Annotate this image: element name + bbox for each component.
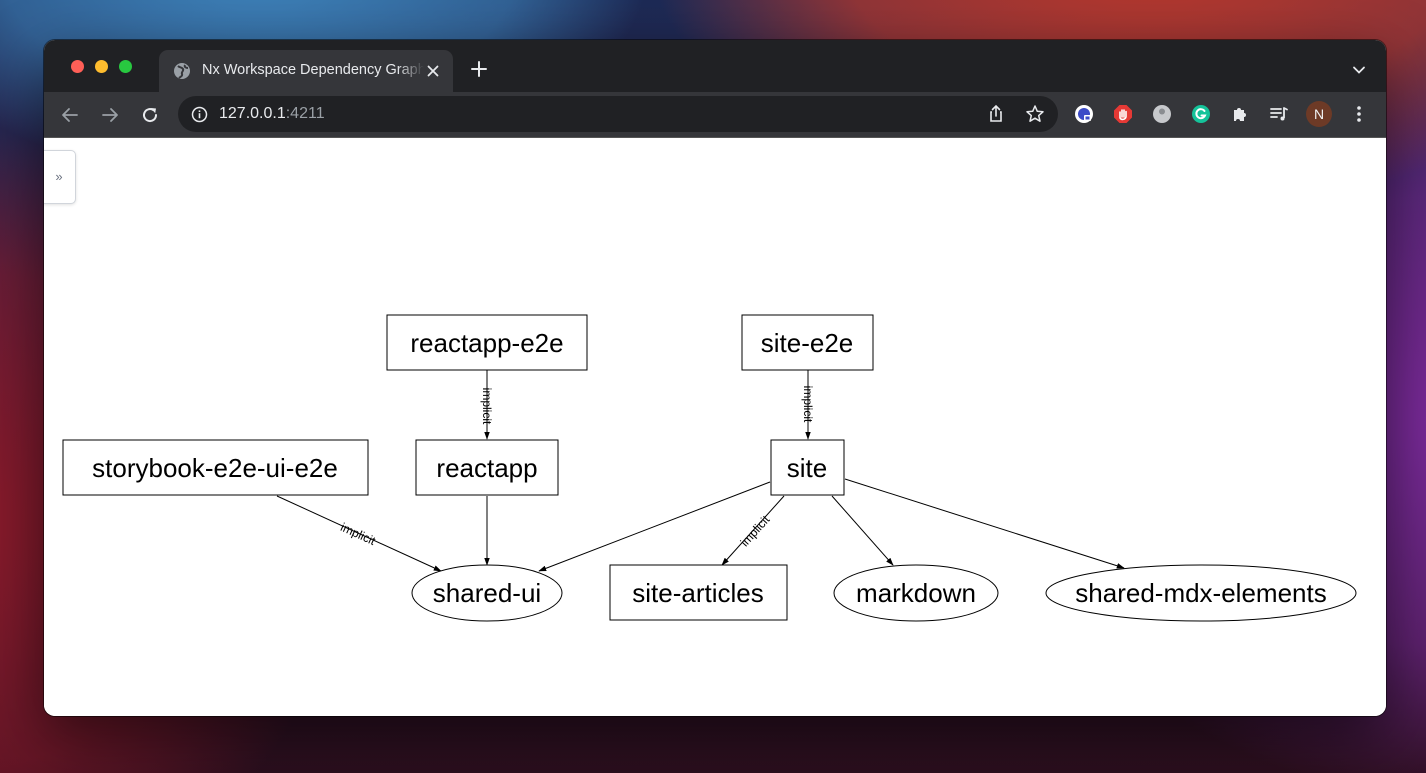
grammarly-icon[interactable] <box>1191 104 1211 124</box>
node-label: site-articles <box>632 578 763 608</box>
node-label: storybook-e2e-ui-e2e <box>92 453 338 483</box>
node-reactapp-e2e[interactable]: reactapp-e2e <box>386 314 588 371</box>
node-label: site <box>787 453 827 483</box>
node-storybook-e2e-ui-e2e[interactable]: storybook-e2e-ui-e2e <box>62 439 369 496</box>
profile-initial: N <box>1313 106 1325 122</box>
edge-label-storybook: implicit <box>338 520 378 548</box>
address-bar[interactable]: 127.0.0.1:4211 <box>178 96 1058 132</box>
url-port: :4211 <box>285 105 325 122</box>
share-icon[interactable] <box>986 104 1006 124</box>
circle-extension-icon[interactable] <box>1152 104 1172 124</box>
node-label: markdown <box>856 578 976 608</box>
star-icon[interactable] <box>1025 104 1045 124</box>
title-bar: Nx Workspace Dependency Graph <box>44 40 1386 92</box>
forward-icon[interactable] <box>100 105 120 125</box>
tab-title: Nx Workspace Dependency Graph <box>202 62 424 78</box>
media-playlist-icon[interactable] <box>1269 104 1289 124</box>
close-window-button[interactable] <box>71 60 84 73</box>
more-menu-icon[interactable] <box>1349 104 1369 124</box>
node-site-articles[interactable]: site-articles <box>609 564 788 621</box>
node-site-e2e[interactable]: site-e2e <box>741 314 874 371</box>
edge-site-shared-ui[interactable] <box>538 481 771 572</box>
edge-label-site-articles: implicit <box>738 512 773 549</box>
browser-tab[interactable]: Nx Workspace Dependency Graph <box>159 50 453 92</box>
node-label: reactapp-e2e <box>410 328 563 358</box>
globe-icon <box>174 63 190 79</box>
back-icon[interactable] <box>60 105 80 125</box>
browser-toolbar: 127.0.0.1:4211 N <box>44 92 1386 138</box>
page-content: » implicit implicit implicit implicit re… <box>44 138 1386 716</box>
zoom-window-button[interactable] <box>119 60 132 73</box>
node-markdown[interactable]: markdown <box>833 564 999 622</box>
node-label: site-e2e <box>761 328 854 358</box>
dependency-graph: implicit implicit implicit implicit reac… <box>62 314 1357 622</box>
node-label: shared-ui <box>433 578 541 608</box>
new-tab-icon[interactable] <box>470 60 488 78</box>
edge-label-reactapp-e2e: implicit <box>480 388 494 425</box>
close-tab-icon[interactable] <box>425 63 441 79</box>
node-shared-mdx-elements[interactable]: shared-mdx-elements <box>1045 564 1357 622</box>
node-reactapp[interactable]: reactapp <box>415 439 559 496</box>
node-site[interactable]: site <box>770 439 845 496</box>
profile-avatar[interactable]: N <box>1306 101 1332 127</box>
browser-window: Nx Workspace Dependency Graph 127.0.0.1:… <box>44 40 1386 716</box>
url-text: 127.0.0.1:4211 <box>219 105 325 123</box>
chevron-down-icon[interactable] <box>1352 65 1366 75</box>
edge-site-markdown[interactable] <box>831 495 894 566</box>
node-label: shared-mdx-elements <box>1075 578 1326 608</box>
password-extension-icon[interactable] <box>1074 104 1094 124</box>
minimize-window-button[interactable] <box>95 60 108 73</box>
reload-icon[interactable] <box>140 105 160 125</box>
adblock-extension-icon[interactable] <box>1113 104 1133 124</box>
info-icon[interactable] <box>191 106 208 123</box>
url-host: 127.0.0.1 <box>219 105 286 122</box>
edge-label-site-e2e: implicit <box>801 386 815 423</box>
extensions-puzzle-icon[interactable] <box>1230 104 1250 124</box>
node-shared-ui[interactable]: shared-ui <box>411 564 563 622</box>
edge-site-shared-mdx-elements[interactable] <box>844 478 1125 569</box>
node-label: reactapp <box>436 453 537 483</box>
